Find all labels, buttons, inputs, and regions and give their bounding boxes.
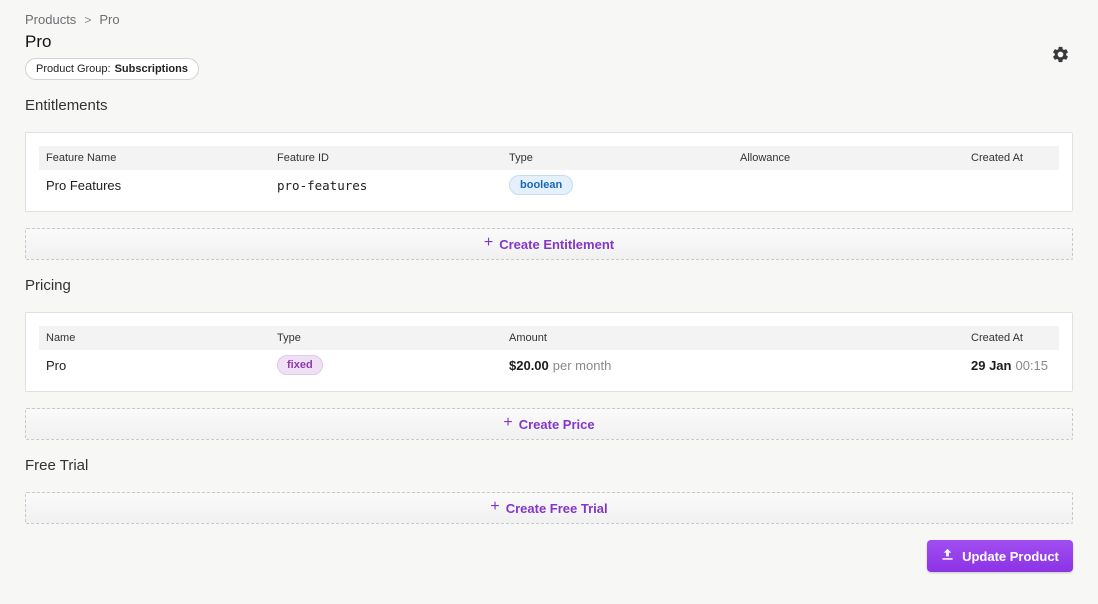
type-badge: fixed — [277, 355, 323, 375]
created-at: 29 Jan 00:15 — [971, 350, 1048, 380]
create-price-button[interactable]: + Create Price — [25, 408, 1073, 440]
plus-icon: + — [490, 498, 500, 515]
type-badge: boolean — [509, 175, 574, 195]
price-amount-cell: $20.00 per month — [509, 350, 611, 380]
column-header: Created At — [971, 332, 1023, 344]
column-header: Created At — [971, 152, 1023, 164]
feature-id: pro-features — [277, 177, 368, 193]
column-header: Amount — [509, 332, 547, 344]
column-header: Name — [46, 332, 76, 344]
created-time: 00:15 — [1015, 357, 1049, 373]
column-header: Feature Name — [46, 152, 117, 164]
price-name: Pro — [46, 357, 67, 373]
create-free-trial-button[interactable]: + Create Free Trial — [25, 492, 1073, 524]
entitlements-heading: Entitlements — [25, 97, 108, 114]
create-price-label: Create Price — [518, 416, 595, 432]
pricing-table: Name Type Amount Created At Pro fixed $2… — [25, 312, 1073, 392]
chevron-right-icon: > — [84, 12, 92, 27]
table-row[interactable]: Pro Features pro-features boolean — [39, 170, 1059, 200]
breadcrumb-link-products[interactable]: Products — [25, 12, 76, 27]
table-row[interactable]: Pro fixed $20.00 per month 29 Jan 00:15 — [39, 350, 1059, 380]
update-product-button[interactable]: Update Product — [927, 540, 1073, 572]
product-group-label: Product Group: — [36, 63, 111, 75]
price-period: per month — [552, 357, 612, 373]
breadcrumb: Products > Pro — [25, 12, 120, 27]
table-header: Name Type Amount Created At — [39, 326, 1059, 350]
price-amount: $20.00 — [509, 357, 549, 373]
product-group-value: Subscriptions — [114, 63, 188, 75]
plus-icon: + — [483, 234, 494, 251]
free-trial-heading: Free Trial — [25, 457, 89, 474]
column-header: Feature ID — [277, 152, 329, 164]
plus-icon: + — [503, 414, 513, 431]
feature-name: Pro Features — [46, 177, 122, 193]
column-header: Type — [277, 332, 301, 344]
create-entitlement-label: Create Entitlement — [499, 236, 615, 252]
column-header: Type — [509, 152, 533, 164]
update-product-label: Update Product — [962, 548, 1059, 564]
gear-icon[interactable] — [1051, 45, 1070, 64]
create-entitlement-button[interactable]: + Create Entitlement — [25, 228, 1073, 260]
created-date: 29 Jan — [971, 357, 1012, 373]
pricing-heading: Pricing — [25, 277, 71, 294]
table-header: Feature Name Feature ID Type Allowance C… — [39, 146, 1059, 170]
upload-icon — [941, 548, 954, 564]
product-group-badge: Product Group: Subscriptions — [25, 58, 199, 80]
page-title: Pro — [25, 32, 52, 51]
entitlements-table: Feature Name Feature ID Type Allowance C… — [25, 132, 1073, 212]
breadcrumb-current: Pro — [99, 12, 120, 27]
create-free-trial-label: Create Free Trial — [505, 500, 608, 516]
column-header: Allowance — [740, 152, 791, 164]
